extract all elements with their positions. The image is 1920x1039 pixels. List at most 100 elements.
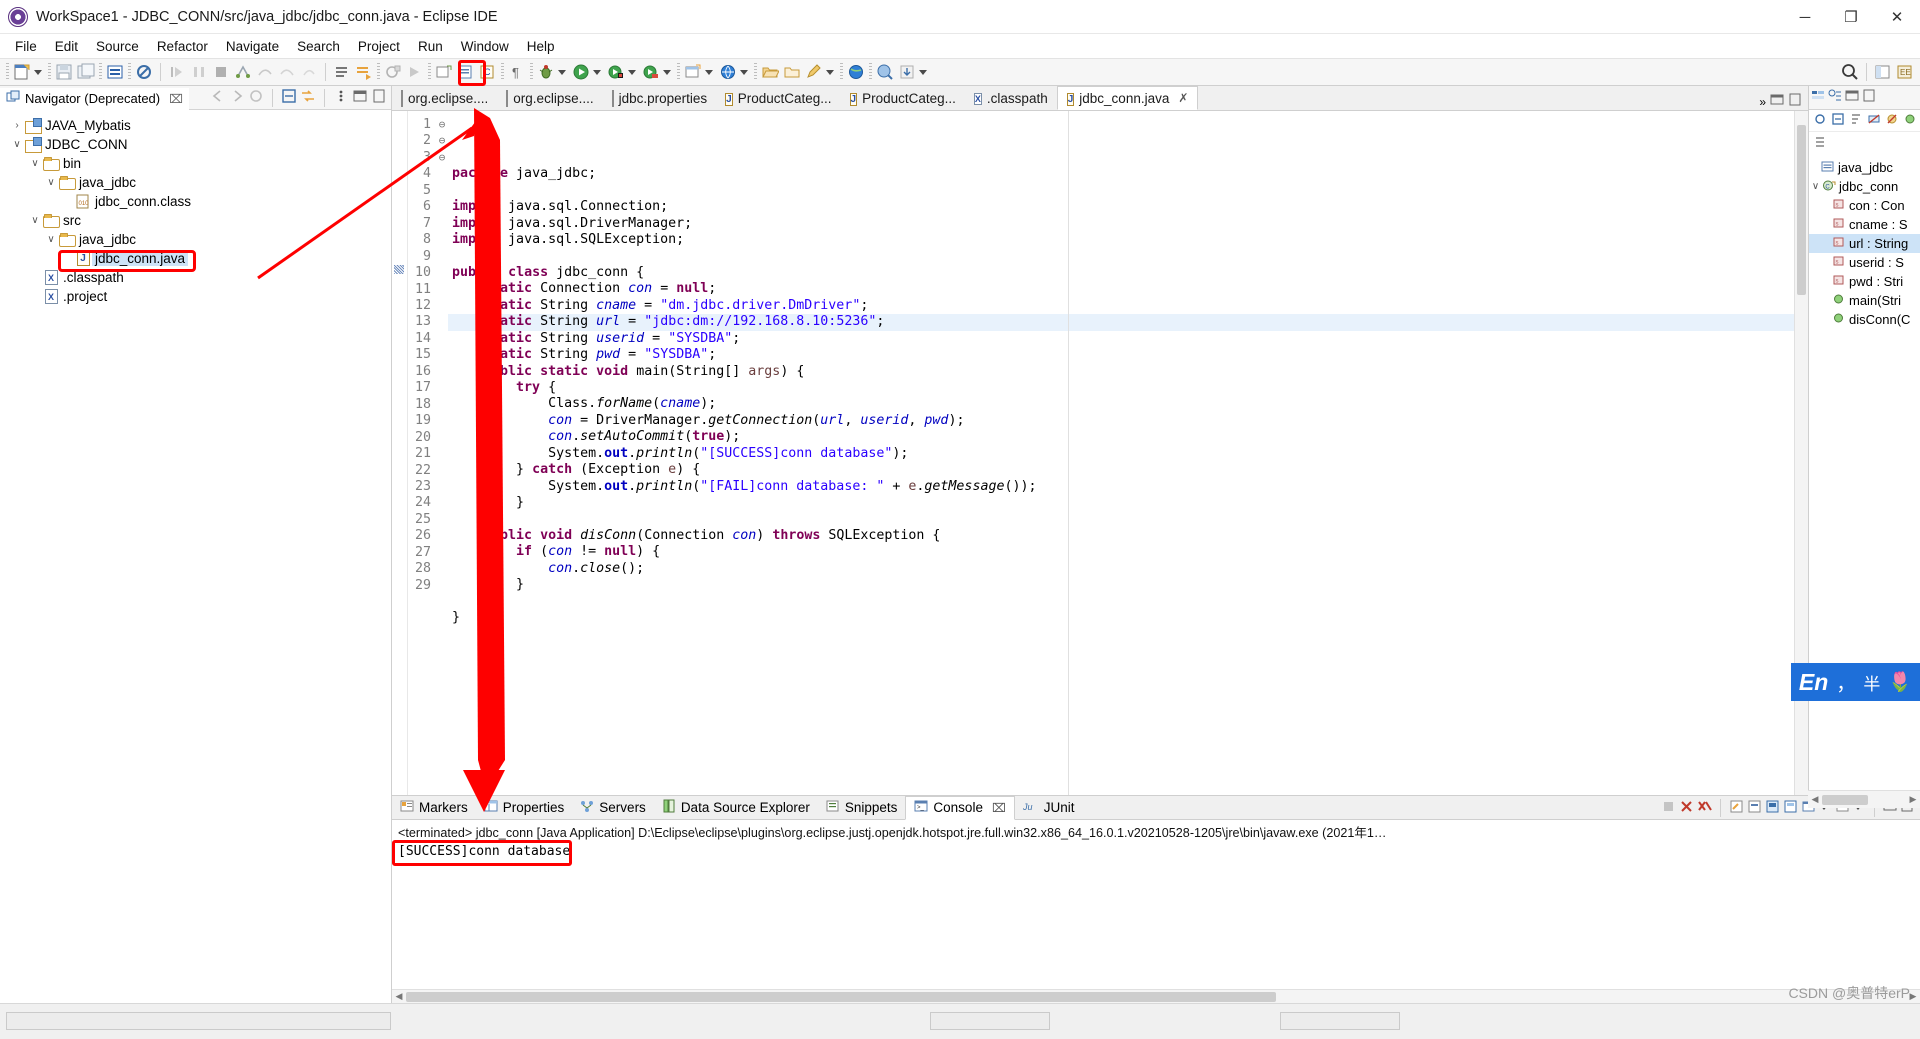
- outline-item-package[interactable]: java_jdbc: [1809, 158, 1920, 177]
- link-with-editor-icon[interactable]: [300, 88, 316, 107]
- download-icon[interactable]: [896, 61, 918, 83]
- display-selected-console-icon[interactable]: [1783, 799, 1798, 817]
- forward-icon[interactable]: [229, 88, 245, 107]
- outline-item-url[interactable]: s url : String: [1809, 234, 1920, 253]
- tree-row-classpath[interactable]: X .classpath: [4, 268, 391, 287]
- terminate-icon[interactable]: [1661, 799, 1676, 817]
- navigator-tree[interactable]: › JAVA_Mybatis ∨ JDBC_CONN ∨ bin ∨ java_…: [0, 110, 391, 1003]
- maximize-outline-icon[interactable]: [1862, 89, 1876, 106]
- collapse-arrow-icon[interactable]: ∨: [44, 177, 58, 188]
- step-over-icon[interactable]: [254, 61, 276, 83]
- editor-tab-3[interactable]: J ProductCateg...: [716, 86, 841, 110]
- editor-tab-0[interactable]: org.eclipse....: [392, 86, 498, 110]
- save-all-icon[interactable]: [75, 61, 97, 83]
- menu-edit[interactable]: Edit: [46, 37, 87, 56]
- toggle-breakpoint-icon[interactable]: [331, 61, 353, 83]
- collapse-arrow-icon[interactable]: ∨: [28, 215, 42, 226]
- open-perspective-button[interactable]: [1872, 61, 1894, 83]
- menu-window[interactable]: Window: [452, 37, 518, 56]
- back-icon[interactable]: [210, 88, 226, 107]
- outline-item-disconn[interactable]: disConn(C: [1809, 310, 1920, 329]
- new-window-dropdown-icon[interactable]: [705, 69, 713, 75]
- new-package-icon[interactable]: [455, 61, 477, 83]
- scroll-right-icon[interactable]: ▶: [1906, 794, 1920, 805]
- new-window-icon[interactable]: [682, 61, 704, 83]
- run-icon[interactable]: [570, 61, 592, 83]
- hide-fields-icon[interactable]: [1867, 112, 1881, 129]
- download-dropdown-icon[interactable]: [919, 69, 927, 75]
- scrollbar-thumb[interactable]: [1822, 794, 1869, 805]
- browser-dropdown-icon[interactable]: [740, 69, 748, 75]
- open-perspective-icon[interactable]: [382, 61, 404, 83]
- tab-data-source-explorer[interactable]: Data Source Explorer: [654, 796, 818, 820]
- menu-file[interactable]: File: [6, 37, 46, 56]
- tab-servers[interactable]: Servers: [572, 796, 654, 820]
- editor-tab-2[interactable]: jdbc.properties: [602, 86, 717, 110]
- scroll-lock-icon[interactable]: [1747, 799, 1762, 817]
- focus-icon[interactable]: [1813, 112, 1827, 129]
- minimize-button[interactable]: ─: [1782, 0, 1828, 34]
- outline-menu-icon[interactable]: [1813, 135, 1827, 152]
- editor-tab-1[interactable]: org.eclipse....: [497, 86, 603, 110]
- run-external-tools-icon[interactable]: [605, 61, 627, 83]
- tree-row-jdbc-conn[interactable]: ∨ JDBC_CONN: [4, 135, 391, 154]
- tree-row-bin[interactable]: ∨ bin: [4, 154, 391, 173]
- maximize-button[interactable]: ❐: [1828, 0, 1874, 34]
- outline-sort-icon[interactable]: [1828, 89, 1842, 106]
- tree-row-java-mybatis[interactable]: › JAVA_Mybatis: [4, 116, 391, 135]
- tab-junit[interactable]: Ju JUnit: [1015, 796, 1083, 820]
- tree-row-project[interactable]: X .project: [4, 287, 391, 306]
- hide-non-public-icon[interactable]: [1903, 112, 1917, 129]
- menu-search[interactable]: Search: [288, 37, 349, 56]
- scroll-left-icon[interactable]: ◀: [392, 991, 406, 1002]
- collapse-arrow-icon[interactable]: ∨: [44, 234, 58, 245]
- minimize-editor-icon[interactable]: [1770, 93, 1784, 110]
- resume-icon[interactable]: [166, 61, 188, 83]
- disconnect-icon[interactable]: [232, 61, 254, 83]
- search-icon[interactable]: [1839, 61, 1861, 83]
- menu-help[interactable]: Help: [518, 37, 564, 56]
- no-entry-icon[interactable]: [133, 61, 155, 83]
- external-tools-dropdown-icon[interactable]: [628, 69, 636, 75]
- fold-marker[interactable]: ⊖: [436, 150, 448, 166]
- scroll-left-icon[interactable]: ◀: [1808, 794, 1822, 805]
- editor-tab-5[interactable]: X .classpath: [964, 86, 1057, 110]
- editor-tab-jdbc-conn-java[interactable]: J jdbc_conn.java ✗: [1056, 86, 1199, 110]
- tab-console[interactable]: >_ Console ⌧: [905, 795, 1015, 820]
- menu-source[interactable]: Source: [87, 37, 148, 56]
- close-icon[interactable]: ⌧: [992, 801, 1006, 815]
- run-coverage-icon[interactable]: [640, 61, 662, 83]
- editor-tab-4[interactable]: J ProductCateg...: [840, 86, 965, 110]
- outline-horizontal-scrollbar[interactable]: ◀ ▶: [1808, 790, 1920, 808]
- pilcrow-icon[interactable]: ¶: [506, 61, 528, 83]
- run-dropdown-icon[interactable]: [593, 69, 601, 75]
- scrollbar-thumb[interactable]: [406, 991, 1276, 1002]
- fold-marker[interactable]: ⊖: [436, 133, 448, 149]
- tree-row-src-java-jdbc[interactable]: ∨ java_jdbc: [4, 230, 391, 249]
- clear-console-icon[interactable]: [1729, 799, 1744, 817]
- minimize-view-icon[interactable]: [352, 88, 368, 107]
- tree-row-src[interactable]: ∨ src: [4, 211, 391, 230]
- pencil-icon[interactable]: [803, 61, 825, 83]
- new-wizard-dropdown-icon[interactable]: [34, 69, 42, 75]
- new-java-project-icon[interactable]: [433, 61, 455, 83]
- hide-static-icon[interactable]: [1885, 112, 1899, 129]
- build-icon[interactable]: [404, 61, 426, 83]
- debug-dropdown-icon[interactable]: [558, 69, 566, 75]
- expand-arrow-icon[interactable]: ›: [10, 120, 24, 131]
- outline-item-con[interactable]: s con : Con: [1809, 196, 1920, 215]
- outline-view-icon[interactable]: [1811, 89, 1825, 106]
- menu-navigate[interactable]: Navigate: [217, 37, 288, 56]
- outline-item-class[interactable]: ∨ C jdbc_conn: [1809, 177, 1920, 196]
- editor-tab-overflow[interactable]: »: [1753, 93, 1808, 110]
- new-wizard-icon[interactable]: [11, 61, 33, 83]
- outline-item-main[interactable]: main(Stri: [1809, 291, 1920, 310]
- sort-icon[interactable]: [1849, 112, 1863, 129]
- pencil-dropdown-icon[interactable]: [826, 69, 834, 75]
- ime-indicator[interactable]: En ， 半 🌷: [1790, 663, 1920, 701]
- menu-project[interactable]: Project: [349, 37, 409, 56]
- outline-item-userid[interactable]: s userid : S: [1809, 253, 1920, 272]
- console-output-area[interactable]: [SUCCESS]conn database: [392, 840, 1920, 989]
- view-menu-icon[interactable]: [333, 88, 349, 107]
- home-icon[interactable]: [248, 88, 264, 107]
